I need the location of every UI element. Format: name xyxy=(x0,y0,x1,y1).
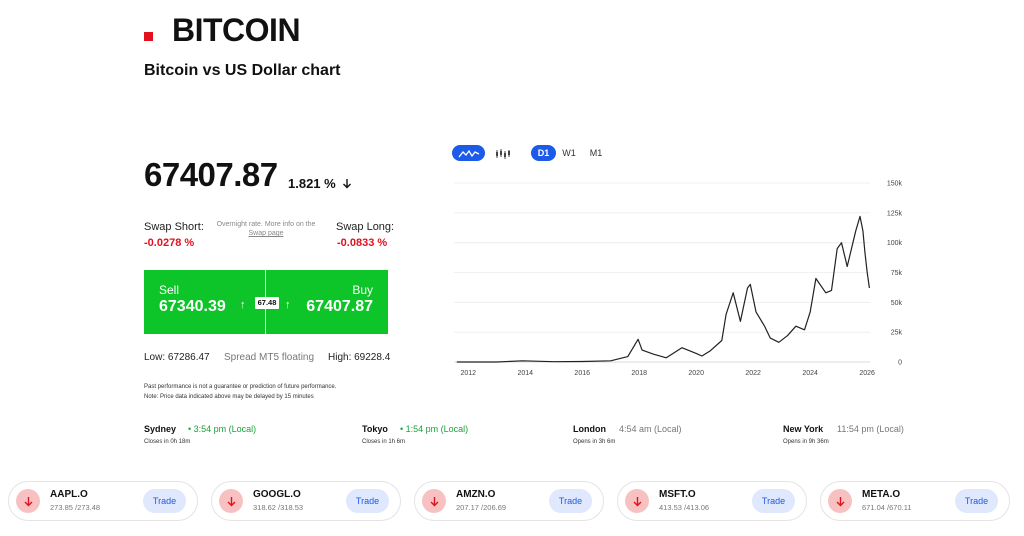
swap-short-label: Swap Short: xyxy=(144,221,204,233)
market-time-london: 4:54 am (Local) xyxy=(619,424,682,434)
stock-card-meta[interactable]: META.O 671.04 /670.11 Trade xyxy=(820,481,1010,521)
arrow-down-icon xyxy=(342,179,351,189)
market-status-tokyo: Closes in 1h 6m xyxy=(362,439,406,445)
stock-bid-ask: 671.04 /670.11 xyxy=(862,503,912,512)
x-tick-label: 2024 xyxy=(802,370,818,377)
y-tick-label: 25k xyxy=(891,330,903,337)
stock-bid-ask: 413.53 /413.06 xyxy=(659,503,710,512)
y-tick-label: 75k xyxy=(891,270,903,277)
x-tick-label: 2020 xyxy=(688,370,704,377)
stock-symbol: AMZN.O xyxy=(456,489,496,500)
candlestick-chart-button[interactable] xyxy=(492,145,514,161)
trade-box: Sell 67340.39 ↑ ↑ Buy 67407.87 67.48 xyxy=(144,270,388,334)
market-city-london: London xyxy=(573,424,606,434)
current-price: 67407.87 xyxy=(144,156,278,193)
trade-button[interactable]: Trade xyxy=(752,489,795,513)
disclaimer: Past performance is not a guarantee or p… xyxy=(144,382,336,402)
stock-card-googl[interactable]: GOOGL.O 318.62 /318.53 Trade xyxy=(211,481,401,521)
timeframe-w1[interactable]: W1 xyxy=(559,145,579,161)
sell-label: Sell xyxy=(159,283,180,297)
y-tick-label: 150k xyxy=(887,181,903,188)
low-price: Low: 67286.47 xyxy=(144,352,210,363)
spread-value: 67.48 xyxy=(255,297,279,309)
trade-button[interactable]: Trade xyxy=(143,489,186,513)
stock-card-msft[interactable]: MSFT.O 413.53 /413.06 Trade xyxy=(617,481,807,521)
swap-note-text: Overnight rate. More info on the xyxy=(216,221,316,228)
stock-symbol: AAPL.O xyxy=(50,489,88,500)
x-tick-label: 2018 xyxy=(631,370,647,377)
high-price: High: 69228.4 xyxy=(328,352,391,363)
stock-bid-ask: 318.62 /318.53 xyxy=(253,503,304,512)
buy-price: 67407.87 xyxy=(306,298,373,315)
stock-symbol: META.O xyxy=(862,489,901,500)
y-tick-label: 125k xyxy=(887,210,903,217)
arrow-down-icon xyxy=(625,489,649,513)
swap-long-label: Swap Long: xyxy=(336,221,395,233)
market-status-sydney: Closes in 0h 18m xyxy=(144,439,191,445)
buy-button[interactable]: ↑ Buy 67407.87 xyxy=(266,270,388,334)
trade-button[interactable]: Trade xyxy=(346,489,389,513)
swap-short-value: -0.0278 % xyxy=(144,237,195,249)
line-chart-icon xyxy=(457,149,479,158)
market-time-new-york: 11:54 pm (Local) xyxy=(837,424,904,434)
disclaimer-line: Note: Price data indicated above may be … xyxy=(144,394,314,400)
price-chart: 0 25k 50k 75k 100k 125k 150k 2012 2014 2016 2018 20… xyxy=(454,181,903,377)
spread-type: Spread MT5 floating xyxy=(224,352,315,363)
arrow-up-icon: ↑ xyxy=(285,299,291,311)
stock-bid-ask: 273.85 /273.48 xyxy=(50,503,101,512)
x-tick-label: 2012 xyxy=(460,370,476,377)
sell-price: 67340.39 xyxy=(159,298,226,315)
page-title: BITCOIN xyxy=(172,12,301,48)
stock-symbol: MSFT.O xyxy=(659,489,696,500)
disclaimer-line: Past performance is not a guarantee or p… xyxy=(144,384,337,390)
market-city-tokyo: Tokyo xyxy=(362,424,388,434)
page-subtitle: Bitcoin vs US Dollar chart xyxy=(144,62,341,79)
y-tick-label: 50k xyxy=(891,300,903,307)
market-time-sydney: • 3:54 pm (Local) xyxy=(188,424,257,434)
candlestick-icon xyxy=(496,148,510,159)
stock-card-amzn[interactable]: AMZN.O 207.17 /206.69 Trade xyxy=(414,481,604,521)
timeframe-m1[interactable]: M1 xyxy=(586,145,606,161)
swap-long-value: -0.0833 % xyxy=(337,237,388,249)
stock-bid-ask: 207.17 /206.69 xyxy=(456,503,507,512)
trade-button[interactable]: Trade xyxy=(955,489,998,513)
y-tick-label: 0 xyxy=(898,360,902,367)
x-tick-label: 2026 xyxy=(859,370,875,377)
arrow-down-icon xyxy=(422,489,446,513)
market-status-new-york: Opens in 9h 36m xyxy=(783,439,829,445)
arrow-up-icon: ↑ xyxy=(240,299,246,311)
arrow-down-icon xyxy=(16,489,40,513)
title-accent-square xyxy=(144,32,153,41)
market-city-sydney: Sydney xyxy=(144,424,177,434)
stock-symbol: GOOGL.O xyxy=(253,489,301,500)
price-series-line xyxy=(456,215,870,363)
swap-note: Overnight rate. More info on the Swap pa… xyxy=(210,220,322,238)
y-tick-label: 100k xyxy=(887,240,903,247)
price-change-value: 1.821 % xyxy=(288,176,336,191)
market-city-new-york: New York xyxy=(783,424,824,434)
line-chart-button[interactable] xyxy=(452,145,485,161)
market-status-london: Opens in 3h 6m xyxy=(573,439,616,445)
x-tick-label: 2014 xyxy=(517,370,533,377)
buy-label: Buy xyxy=(352,283,373,297)
trade-button[interactable]: Trade xyxy=(549,489,592,513)
price-change: 1.821 % xyxy=(288,176,352,191)
stock-card-aapl[interactable]: AAPL.O 273.85 /273.48 Trade xyxy=(8,481,198,521)
x-tick-label: 2016 xyxy=(574,370,590,377)
swap-page-link[interactable]: Swap page xyxy=(210,229,322,238)
timeframe-d1[interactable]: D1 xyxy=(531,145,556,161)
x-tick-label: 2022 xyxy=(745,370,761,377)
arrow-down-icon xyxy=(219,489,243,513)
sell-button[interactable]: Sell 67340.39 ↑ xyxy=(144,270,266,334)
arrow-down-icon xyxy=(828,489,852,513)
market-time-tokyo: • 1:54 pm (Local) xyxy=(400,424,469,434)
